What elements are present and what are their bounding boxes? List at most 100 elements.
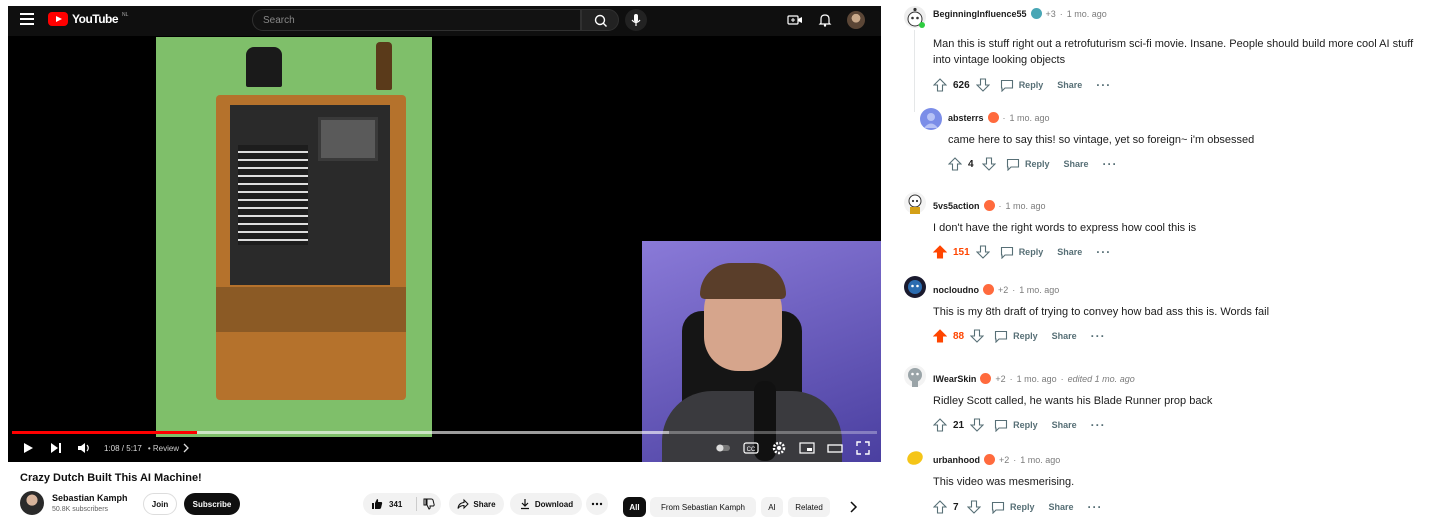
username[interactable]: IWearSkin — [933, 374, 976, 384]
flair-count: +3 — [1045, 8, 1056, 19]
bottle-image — [376, 42, 392, 90]
reddit-comments-pane: BeginningInfluence55 +3 · 1 mo. ago Man … — [896, 0, 1432, 525]
comment: BeginningInfluence55 +3 · 1 mo. ago Man … — [904, 6, 1424, 102]
vote-count: 4 — [968, 158, 974, 170]
user-avatar[interactable] — [904, 192, 926, 214]
rotary-phone-image — [246, 47, 282, 87]
captions-icon[interactable]: CC — [743, 440, 759, 456]
user-avatar[interactable] — [904, 446, 926, 468]
reply-button[interactable]: Reply — [1000, 246, 1043, 259]
chip-all[interactable]: All — [623, 497, 646, 517]
volume-icon[interactable] — [76, 440, 92, 456]
user-avatar[interactable] — [904, 276, 926, 298]
share-button[interactable]: Share — [1064, 159, 1089, 169]
downvote-icon[interactable] — [982, 157, 996, 171]
notifications-bell-icon[interactable] — [817, 12, 833, 28]
comment-reply: absterrs · 1 mo. ago came here to say th… — [920, 108, 1420, 178]
more-options-icon[interactable]: ··· — [1096, 245, 1111, 259]
account-avatar[interactable] — [847, 11, 865, 29]
reply-button[interactable]: Reply — [994, 330, 1038, 343]
share-button[interactable]: Share — [1057, 80, 1082, 90]
upvote-icon[interactable] — [933, 78, 947, 92]
time-display: 1:08 / 5:17 — [104, 443, 142, 453]
username[interactable]: urbanhood — [933, 455, 980, 465]
share-button[interactable]: Share — [1057, 247, 1082, 257]
voice-search-button[interactable] — [625, 9, 647, 31]
settings-gear-icon[interactable] — [771, 440, 787, 456]
theater-mode-icon[interactable] — [827, 440, 843, 456]
upvote-icon[interactable] — [948, 157, 962, 171]
chapter-label[interactable]: • Review — [148, 444, 179, 453]
next-icon[interactable] — [48, 440, 64, 456]
chevron-right-icon[interactable] — [846, 500, 860, 514]
username[interactable]: BeginningInfluence55 — [933, 9, 1027, 19]
user-avatar[interactable] — [920, 108, 942, 130]
username[interactable]: 5vs5action — [933, 201, 980, 211]
play-icon[interactable] — [20, 440, 36, 456]
like-button[interactable]: 341 — [363, 493, 441, 515]
more-options-icon[interactable]: ··· — [1088, 500, 1103, 514]
thumbs-down-icon[interactable] — [423, 498, 436, 510]
subscribe-button[interactable]: Subscribe — [184, 493, 240, 515]
reply-button[interactable]: Reply — [1006, 158, 1050, 171]
comment: IWearSkin +2 · 1 mo. ago · edited 1 mo. … — [904, 365, 1424, 437]
comment-header: nocloudno +2 · 1 mo. ago — [933, 284, 1059, 295]
flair-count: +2 — [998, 284, 1009, 295]
search-box[interactable] — [252, 9, 581, 31]
meta-separator: · — [998, 200, 1002, 211]
share-button[interactable]: Share — [1052, 420, 1077, 430]
download-button[interactable]: Download — [510, 493, 582, 515]
video-title: Crazy Dutch Built This AI Machine! — [20, 472, 202, 484]
comment-actions: 626 Reply Share ··· — [933, 78, 1111, 92]
create-video-icon[interactable] — [787, 12, 803, 28]
more-options-icon[interactable]: ··· — [1103, 157, 1118, 171]
share-button[interactable]: Share — [1049, 502, 1074, 512]
more-actions-button[interactable] — [586, 493, 608, 515]
user-avatar[interactable] — [904, 6, 926, 28]
search-button[interactable] — [581, 9, 619, 31]
more-options-icon[interactable]: ··· — [1096, 78, 1111, 92]
search-input[interactable] — [253, 10, 580, 31]
chip-related[interactable]: Related — [788, 497, 830, 517]
comment-time: 1 mo. ago — [1016, 373, 1057, 384]
miniplayer-icon[interactable] — [799, 440, 815, 456]
username[interactable]: absterrs — [948, 113, 984, 123]
downvote-icon[interactable] — [975, 78, 990, 92]
thread-line[interactable] — [914, 30, 915, 112]
menu-icon[interactable] — [20, 13, 34, 25]
downvote-icon[interactable] — [975, 245, 990, 259]
upvote-icon[interactable] — [933, 245, 947, 259]
chip-from-channel[interactable]: From Sebastian Kamph — [650, 497, 756, 517]
youtube-logo[interactable]: YouTube NL — [48, 12, 128, 26]
share-button[interactable]: Share — [1052, 331, 1077, 341]
chapter-chevron-icon[interactable] — [182, 443, 190, 453]
upvote-icon[interactable] — [933, 500, 947, 514]
flair-icon — [983, 284, 994, 295]
channel-name[interactable]: Sebastian Kamph — [52, 493, 128, 503]
share-button[interactable]: Share — [449, 493, 504, 515]
vote-count: 21 — [953, 419, 965, 431]
join-button[interactable]: Join — [143, 493, 177, 515]
presenter-hair-image — [700, 263, 786, 299]
reply-button[interactable]: Reply — [991, 501, 1035, 514]
downvote-icon[interactable] — [970, 418, 985, 432]
username[interactable]: nocloudno — [933, 285, 979, 295]
more-options-icon[interactable]: ··· — [1091, 329, 1106, 343]
youtube-pane: YouTube NL Search 1:08 / 5:17 • Review C… — [0, 0, 890, 525]
progress-bar[interactable] — [12, 431, 877, 434]
fullscreen-icon[interactable] — [855, 440, 871, 456]
chip-ai[interactable]: AI — [761, 497, 783, 517]
reply-label: Reply — [1013, 331, 1038, 341]
downvote-icon[interactable] — [970, 329, 985, 343]
downvote-icon[interactable] — [967, 500, 981, 514]
upvote-icon[interactable] — [933, 418, 947, 432]
reply-button[interactable]: Reply — [1000, 79, 1043, 92]
flair-icon — [980, 373, 992, 384]
upvote-icon[interactable] — [933, 329, 947, 343]
user-avatar[interactable] — [904, 365, 926, 387]
video-player[interactable]: 1:08 / 5:17 • Review CC — [8, 36, 881, 462]
autoplay-toggle-icon[interactable] — [715, 440, 731, 456]
channel-avatar[interactable] — [20, 491, 44, 515]
reply-button[interactable]: Reply — [994, 419, 1038, 432]
more-options-icon[interactable]: ··· — [1091, 418, 1106, 432]
